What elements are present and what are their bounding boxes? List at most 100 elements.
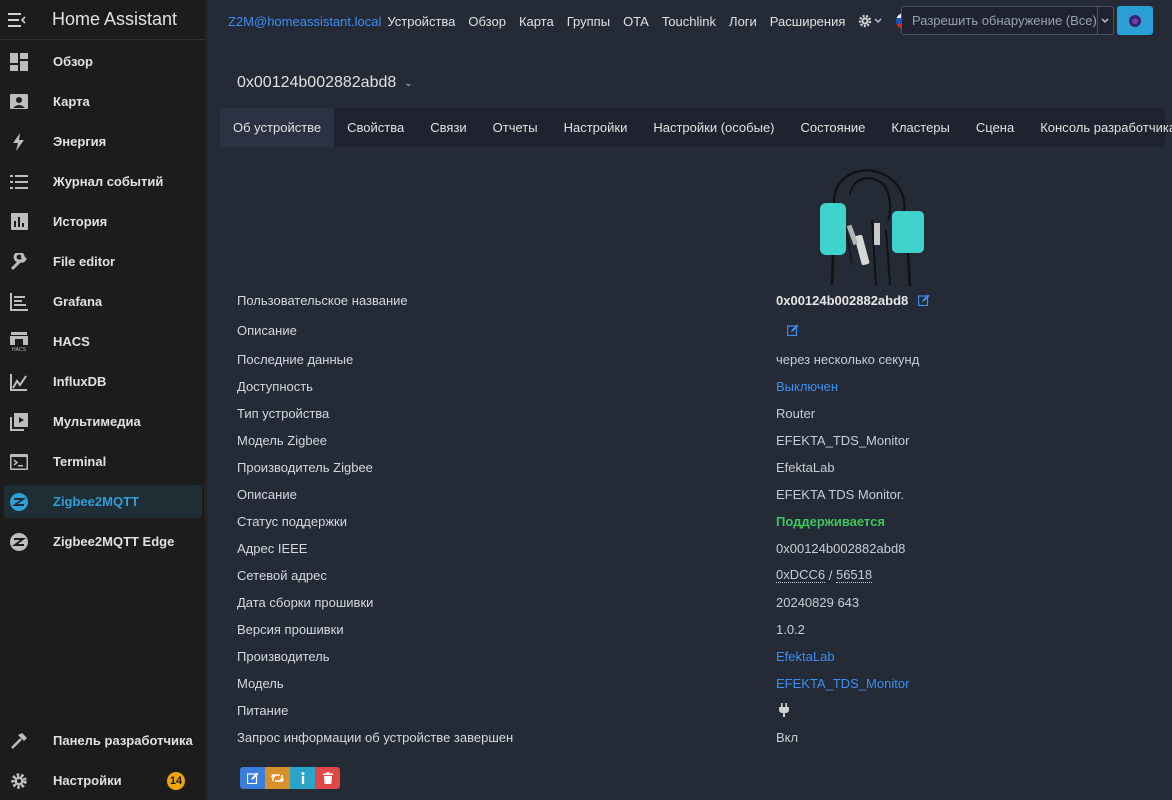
terminal-icon (6, 449, 32, 475)
edit-icon (918, 294, 930, 306)
rename-button[interactable] (240, 767, 265, 789)
sidebar-item-label: File editor (53, 254, 116, 269)
reconfigure-button[interactable] (265, 767, 290, 789)
row-value: 0x00124b002882abd8 (776, 540, 906, 556)
sidebar-item-settings[interactable]: Настройки 14 (4, 764, 202, 797)
permit-join-label: Разрешить обнаружение (Все) (912, 13, 1097, 28)
nav-link-dashboard[interactable]: Обзор (468, 14, 506, 29)
row-label: Последние данные (237, 351, 354, 367)
tab-settings[interactable]: Настройки (551, 108, 641, 147)
sidebar: Home Assistant Обзор Карта Энергия Журна… (0, 0, 206, 800)
list-icon (6, 169, 32, 195)
tab-reporting[interactable]: Отчеты (480, 108, 551, 147)
manufacturer-link[interactable]: EfektaLab (776, 649, 835, 664)
power-plug-icon (779, 703, 789, 717)
sidebar-item-label: История (53, 214, 108, 229)
row-value: EFEKTA TDS Monitor. (776, 486, 905, 502)
sidebar-item-history[interactable]: История (4, 205, 202, 238)
permit-join-select[interactable]: Разрешить обнаружение (Все) (901, 6, 1114, 35)
sidebar-item-energy[interactable]: Энергия (4, 125, 202, 158)
row-label: Описание (237, 486, 297, 502)
row-model: Модель EFEKTA_TDS_Monitor (237, 673, 1137, 693)
row-interview-completed: Запрос информации об устройстве завершен… (237, 727, 1137, 747)
main-content: Z2M@homeassistant.local Устройства Обзор… (207, 0, 1172, 800)
tab-state[interactable]: Состояние (788, 108, 879, 147)
tab-clusters[interactable]: Кластеры (878, 108, 963, 147)
chart-line-icon (6, 369, 32, 395)
retweet-icon (271, 774, 284, 782)
device-title-dropdown[interactable]: 0x00124b002882abd8 ⌄ (237, 74, 413, 92)
nav-link-ota[interactable]: OTA (623, 14, 649, 29)
row-value: 20240829 643 (776, 594, 860, 610)
tab-bind[interactable]: Связи (417, 108, 479, 147)
row-zigbee-model: Модель Zigbee EFEKTA_TDS_Monitor (237, 430, 1137, 450)
sidebar-item-terminal[interactable]: Terminal (4, 445, 202, 478)
tab-exposes[interactable]: Свойства (334, 108, 417, 147)
sidebar-item-logbook[interactable]: Журнал событий (4, 165, 202, 198)
friendly-name-value: 0x00124b002882abd8 (776, 292, 909, 308)
edit-icon (246, 772, 258, 784)
nav-link-logs[interactable]: Логи (729, 14, 757, 29)
row-label: Доступность (237, 378, 313, 394)
zigbee-icon (6, 489, 32, 515)
tab-settings-specific[interactable]: Настройки (особые) (640, 108, 787, 147)
nav-link-map[interactable]: Карта (519, 14, 554, 29)
zigbee-icon (6, 529, 32, 555)
device-actions (240, 767, 340, 789)
row-label: Пользовательское название (237, 292, 408, 308)
edit-description-button[interactable] (787, 324, 799, 336)
play-box-icon (6, 409, 32, 435)
row-value: 0x00124b002882abd8 (776, 293, 930, 308)
row-label: Модель Zigbee (237, 432, 328, 448)
network-address-separator: / (825, 567, 836, 583)
sidebar-item-overview[interactable]: Обзор (4, 45, 202, 78)
cog-icon (6, 768, 32, 794)
sidebar-item-file-editor[interactable]: File editor (4, 245, 202, 278)
nav-link-groups[interactable]: Группы (567, 14, 610, 29)
row-label: Дата сборки прошивки (237, 594, 374, 610)
sidebar-item-zigbee2mqtt-edge[interactable]: Zigbee2MQTT Edge (4, 525, 202, 558)
row-label: Производитель (237, 648, 330, 664)
tab-about[interactable]: Об устройстве (220, 108, 335, 147)
model-link[interactable]: EFEKTA_TDS_Monitor (776, 676, 909, 691)
sidebar-item-media[interactable]: Мультимедиа (4, 405, 202, 438)
sidebar-item-hacs[interactable]: HACS HACS (4, 325, 202, 358)
sidebar-item-zigbee2mqtt[interactable]: Zigbee2MQTT (4, 485, 202, 518)
network-address-dec: 56518 (835, 567, 873, 583)
nav-link-touchlink[interactable]: Touchlink (662, 14, 716, 29)
hammer-icon (6, 728, 32, 754)
row-power-source: Питание (237, 700, 1137, 720)
support-status-value: Поддерживается (776, 513, 885, 529)
delete-button[interactable] (315, 767, 340, 789)
tab-scene[interactable]: Сцена (963, 108, 1027, 147)
tab-dev-console[interactable]: Консоль разработчика (1027, 108, 1172, 147)
notification-badge: 14 (167, 771, 185, 790)
chevron-down-icon[interactable] (1096, 7, 1113, 34)
sidebar-item-map[interactable]: Карта (4, 85, 202, 118)
sidebar-item-influxdb[interactable]: InfluxDB (4, 365, 202, 398)
wrench-icon (6, 249, 32, 275)
nav-link-devices[interactable]: Устройства (387, 14, 455, 29)
settings-dropdown-button[interactable] (858, 14, 882, 28)
row-label: Модель (237, 675, 284, 691)
row-ieee-address: Адрес IEEE 0x00124b002882abd8 (237, 538, 1137, 558)
row-friendly-name: Пользовательское название 0x00124b002882… (237, 290, 1137, 310)
interview-button[interactable] (290, 767, 315, 789)
row-label: Тип устройства (237, 405, 330, 421)
nav-link-extensions[interactable]: Расширения (770, 14, 846, 29)
row-support-status: Статус поддержки Поддерживается (237, 511, 1137, 531)
sidebar-item-label: Zigbee2MQTT Edge (53, 534, 175, 549)
permit-join-button[interactable] (1117, 6, 1153, 35)
availability-link[interactable]: Выключен (776, 379, 838, 394)
menu-toggle-button[interactable] (0, 0, 34, 40)
nav-brand-link[interactable]: Z2M@homeassistant.local (228, 14, 381, 29)
network-address-hex: 0xDCC6 (776, 567, 826, 583)
device-image (820, 169, 924, 288)
edit-name-button[interactable] (918, 294, 930, 306)
sidebar-item-label: Панель разработчика (53, 733, 193, 748)
row-availability: Доступность Выключен (237, 376, 1137, 396)
sidebar-item-developer-tools[interactable]: Панель разработчика (4, 724, 202, 757)
edit-icon (787, 324, 799, 336)
sidebar-item-grafana[interactable]: Grafana (4, 285, 202, 318)
sidebar-item-label: Карта (53, 94, 90, 109)
